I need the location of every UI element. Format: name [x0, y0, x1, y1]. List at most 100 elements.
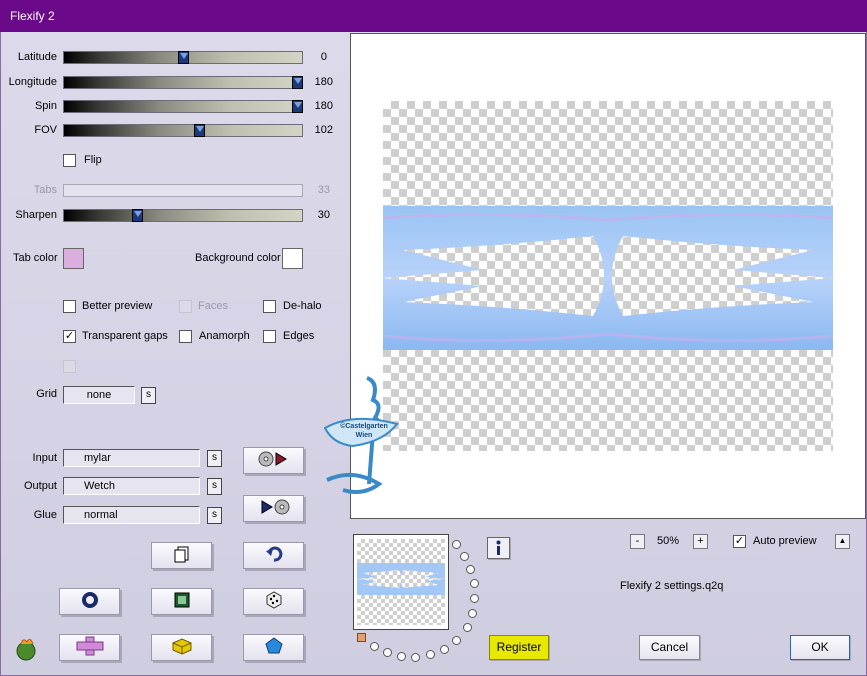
- dice-icon: [264, 590, 284, 613]
- longitude-thumb[interactable]: [292, 76, 303, 89]
- latitude-thumb[interactable]: [178, 51, 189, 64]
- cube-button[interactable]: [151, 634, 212, 661]
- anamorph-checkbox[interactable]: [179, 330, 192, 343]
- fov-thumb[interactable]: [194, 124, 205, 137]
- transparent-gaps-checkbox[interactable]: ✓: [63, 330, 76, 343]
- faces-label: Faces: [198, 300, 228, 312]
- zoom-in-button[interactable]: +: [693, 534, 708, 549]
- glue-field[interactable]: normal: [63, 506, 200, 524]
- better-preview-checkbox[interactable]: [63, 300, 76, 313]
- spin-slider[interactable]: [63, 100, 303, 113]
- background-color-swatch[interactable]: [282, 248, 303, 269]
- nav-dot[interactable]: [383, 648, 392, 657]
- nav-dot[interactable]: [463, 623, 472, 632]
- play-in-icon: [254, 450, 294, 471]
- edges-label: Edges: [283, 330, 315, 342]
- tabs-slider: [63, 184, 303, 197]
- auto-preview-checkbox[interactable]: ✓: [733, 535, 746, 548]
- nav-dot[interactable]: [370, 642, 379, 651]
- nav-dot[interactable]: [411, 653, 420, 662]
- auto-preview-label: Auto preview: [753, 535, 817, 547]
- latitude-slider[interactable]: [63, 51, 303, 64]
- play-out-icon: [254, 498, 294, 519]
- nav-dot[interactable]: [466, 565, 475, 574]
- square-icon: [173, 591, 191, 612]
- zoom-out-button[interactable]: -: [630, 534, 645, 549]
- window-title: Flexify 2: [10, 9, 55, 23]
- register-button[interactable]: Register: [489, 635, 549, 660]
- flip-label: Flip: [84, 154, 102, 166]
- preview-pane[interactable]: ©Castelgarten Wien: [323, 33, 866, 519]
- fov-slider[interactable]: [63, 124, 303, 137]
- spin-thumb[interactable]: [292, 100, 303, 113]
- output-s-button[interactable]: s: [207, 478, 222, 495]
- output-label: Output: [23, 480, 57, 492]
- copy-icon: [173, 545, 191, 566]
- longitude-slider[interactable]: [63, 76, 303, 89]
- tab-color-swatch[interactable]: [63, 248, 84, 269]
- longitude-label: Longitude: [8, 76, 57, 88]
- plus-icon: [75, 636, 105, 659]
- grid-field[interactable]: none: [63, 386, 135, 404]
- nav-dot[interactable]: [452, 540, 461, 549]
- nav-dot[interactable]: [452, 636, 461, 645]
- sharpen-thumb[interactable]: [132, 209, 143, 222]
- gem-button[interactable]: [243, 634, 304, 661]
- extra-disabled-checkbox: [63, 360, 76, 373]
- nav-handle[interactable]: [357, 633, 366, 642]
- nav-dot[interactable]: [397, 652, 406, 661]
- gem-icon: [264, 637, 283, 658]
- tabs-value: 33: [317, 184, 330, 196]
- square-button[interactable]: [151, 588, 212, 615]
- spin-label: Spin: [34, 100, 57, 112]
- transparent-gaps-label: Transparent gaps: [82, 330, 168, 342]
- nav-dot[interactable]: [426, 650, 435, 659]
- spin-value: 180: [314, 100, 333, 112]
- glue-s-button[interactable]: s: [207, 507, 222, 524]
- load-preset-button[interactable]: [243, 447, 304, 474]
- better-preview-label: Better preview: [82, 300, 153, 312]
- plus-button[interactable]: [59, 634, 120, 661]
- navigator-thumbnail[interactable]: [353, 534, 449, 630]
- sharpen-slider[interactable]: [63, 209, 303, 222]
- nav-dot[interactable]: [470, 579, 479, 588]
- dialog-body: Latitude 0 Longitude 180 Spin 180 FOV 10…: [0, 32, 867, 676]
- preview-image: [383, 206, 833, 350]
- input-field[interactable]: mylar: [63, 449, 200, 467]
- nav-dot[interactable]: [440, 645, 449, 654]
- edges-checkbox[interactable]: [263, 330, 276, 343]
- flip-checkbox[interactable]: [63, 154, 76, 167]
- cancel-button[interactable]: Cancel: [639, 635, 700, 660]
- ok-button[interactable]: OK: [790, 635, 850, 660]
- settings-file-name: Flexify 2 settings.q2q: [620, 580, 724, 592]
- save-preset-button[interactable]: [243, 495, 304, 522]
- input-s-button[interactable]: s: [207, 450, 222, 467]
- de-halo-checkbox[interactable]: [263, 300, 276, 313]
- de-halo-label: De-halo: [283, 300, 322, 312]
- zoom-level: 50%: [657, 535, 680, 547]
- watermark-text: ©Castelgarten Wien: [340, 423, 388, 439]
- nav-dot[interactable]: [470, 594, 479, 603]
- faces-checkbox: [179, 300, 192, 313]
- sharpen-value: 30: [317, 209, 330, 221]
- expand-button[interactable]: ▲: [835, 534, 850, 549]
- cube-icon: [171, 637, 193, 658]
- nav-dot[interactable]: [460, 552, 469, 561]
- info-icon: [496, 540, 501, 555]
- input-label: Input: [32, 452, 57, 464]
- longitude-value: 180: [314, 76, 333, 88]
- info-button[interactable]: [487, 537, 510, 559]
- dice-button[interactable]: [243, 588, 304, 615]
- undo-button[interactable]: [243, 542, 304, 569]
- navigator-image: [357, 563, 445, 595]
- glue-label: Glue: [33, 509, 57, 521]
- grid-s-button[interactable]: s: [141, 387, 156, 404]
- background-color-label: Background color: [195, 252, 281, 264]
- title-bar: Flexify 2: [0, 0, 867, 32]
- ring-button[interactable]: [59, 588, 120, 615]
- flaming-logo-icon: [13, 636, 39, 662]
- output-field[interactable]: Wetch: [63, 477, 200, 495]
- copy-button[interactable]: [151, 542, 212, 569]
- grid-label: Grid: [36, 388, 57, 400]
- nav-dot[interactable]: [468, 609, 477, 618]
